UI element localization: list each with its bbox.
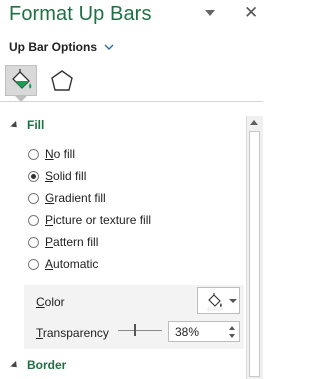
- transparency-label: Transparency: [36, 326, 109, 340]
- color-label: Color: [36, 295, 65, 309]
- spin-up-icon[interactable]: [229, 326, 235, 330]
- pentagon-icon: [48, 70, 76, 100]
- transparency-slider-handle[interactable]: [134, 324, 136, 336]
- fill-option-radio[interactable]: Gradient fill: [28, 191, 106, 205]
- fill-option-radio[interactable]: Picture or texture fill: [28, 213, 151, 227]
- fill-section-header[interactable]: Fill: [10, 118, 45, 132]
- fill-color-button[interactable]: [197, 287, 240, 314]
- fill-option-label: No fill: [45, 147, 76, 161]
- radio-button[interactable]: [28, 170, 39, 182]
- pane-menu-chevron-down-icon[interactable]: [204, 8, 216, 18]
- fill-option-radio[interactable]: Pattern fill: [28, 235, 98, 249]
- fill-option-radio[interactable]: No fill: [28, 147, 75, 161]
- pane-title: Format Up Bars: [9, 3, 152, 25]
- fill-option-label: Pattern fill: [45, 235, 99, 249]
- fill-option-label: Gradient fill: [45, 191, 106, 205]
- up-bar-options-label: Up Bar Options: [9, 40, 98, 54]
- fill-option-radio[interactable]: Solid fill: [28, 169, 86, 183]
- fill-option-label: Solid fill: [45, 169, 87, 183]
- collapse-triangle-icon: [10, 360, 20, 370]
- collapse-triangle-icon: [10, 120, 20, 130]
- transparency-spinner[interactable]: 38%: [168, 321, 240, 342]
- radio-button[interactable]: [28, 214, 39, 226]
- radio-button[interactable]: [28, 192, 39, 204]
- scrollbar-thumb[interactable]: [249, 131, 260, 377]
- scroll-up-arrow-icon[interactable]: [250, 120, 258, 125]
- tab-divider: [0, 101, 263, 102]
- border-section-title: Border: [27, 358, 67, 372]
- border-section-header[interactable]: Border: [10, 358, 67, 372]
- fill-option-label: Picture or texture fill: [45, 213, 152, 227]
- up-bar-options-dropdown[interactable]: Up Bar Options: [9, 40, 115, 54]
- fill-section-title: Fill: [27, 118, 45, 132]
- radio-button[interactable]: [28, 236, 39, 248]
- chevron-down-icon: [229, 299, 237, 303]
- tab-fill-line[interactable]: [5, 65, 37, 96]
- fill-option-label: Automatic: [45, 257, 99, 271]
- spin-down-icon[interactable]: [229, 334, 235, 338]
- chevron-down-icon: [103, 42, 115, 52]
- transparency-value: 38%: [175, 325, 200, 339]
- fill-option-radio[interactable]: Automatic: [28, 257, 98, 271]
- radio-button[interactable]: [28, 148, 39, 160]
- radio-button[interactable]: [28, 258, 39, 270]
- close-icon[interactable]: ✕: [244, 3, 258, 23]
- transparency-slider[interactable]: [118, 330, 162, 331]
- tab-effects[interactable]: [48, 66, 76, 96]
